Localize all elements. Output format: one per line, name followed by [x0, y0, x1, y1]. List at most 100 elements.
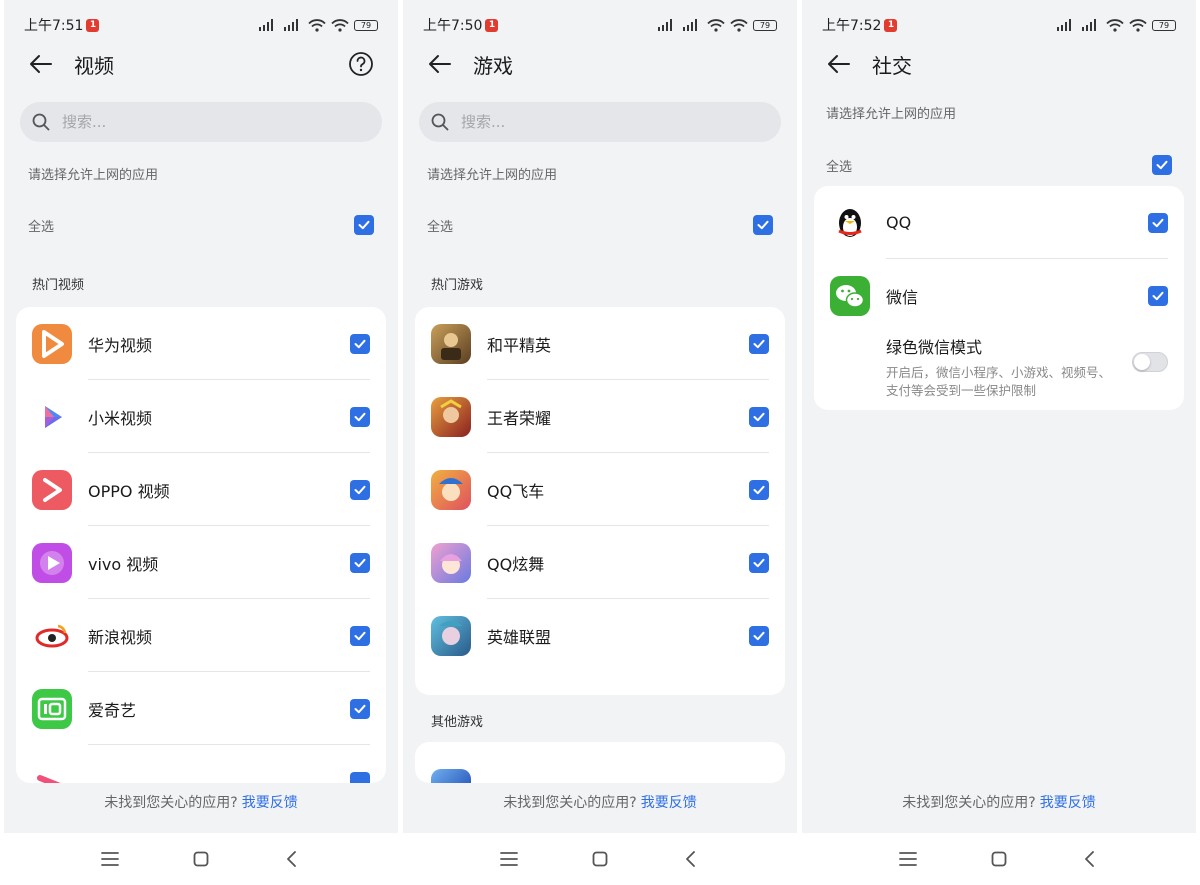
menu-nav-button[interactable]: [888, 839, 928, 879]
search-input[interactable]: [461, 113, 721, 131]
feedback-footer: 未找到您关心的应用? 我要反馈: [802, 792, 1196, 812]
back-button[interactable]: [26, 49, 56, 79]
menu-icon: [100, 852, 119, 866]
status-bar: 上午7:50 1 79: [423, 14, 777, 36]
back-nav-button[interactable]: [671, 839, 711, 879]
app-row[interactable]: QQ: [814, 186, 1184, 259]
feedback-link[interactable]: 我要反馈: [641, 795, 697, 811]
app-row[interactable]: 小米视频: [16, 380, 386, 453]
menu-nav-button[interactable]: [489, 839, 529, 879]
feedback-link[interactable]: 我要反馈: [242, 795, 298, 811]
app-row[interactable]: 英雄联盟: [415, 599, 785, 672]
select-all-label: 全选: [427, 219, 454, 235]
app-checkbox[interactable]: [350, 771, 370, 783]
back-button[interactable]: [824, 49, 854, 79]
phone-screen-social: 上午7:52 1 79 社交 请选择允许上网的应用 全选 QQ 微信 绿色微信模…: [802, 0, 1196, 885]
select-all-label: 全选: [28, 219, 55, 235]
signal-icon-2: [284, 19, 298, 31]
page-title: 视频: [74, 53, 114, 78]
feedback-link[interactable]: 我要反馈: [1040, 795, 1096, 811]
app-list-card: 和平精英 王者荣耀 QQ飞车 QQ炫舞 英雄联盟: [415, 307, 785, 695]
page-title: 游戏: [473, 53, 513, 78]
status-time: 上午7:51: [24, 18, 84, 34]
app-name: QQ炫舞: [487, 554, 545, 574]
back-button[interactable]: [425, 49, 455, 79]
app-checkbox[interactable]: [350, 479, 370, 500]
app-checkbox[interactable]: [749, 333, 769, 354]
app-checkbox[interactable]: [350, 552, 370, 573]
app-row[interactable]: QQ炫舞: [415, 526, 785, 599]
sina-video-icon: [32, 615, 72, 656]
wifi-icon: [1106, 18, 1124, 32]
status-bar: 上午7:51 1 79: [24, 14, 378, 36]
app-row-partial[interactable]: [415, 742, 785, 783]
navigation-bar: [802, 833, 1196, 885]
wechat-icon: [830, 275, 870, 316]
navigation-bar: [403, 833, 797, 885]
app-checkbox[interactable]: [350, 333, 370, 354]
app-checkbox[interactable]: [749, 552, 769, 573]
select-all-label: 全选: [826, 159, 853, 175]
app-checkbox[interactable]: [749, 625, 769, 646]
search-icon: [431, 113, 449, 131]
green-wechat-mode-row[interactable]: 绿色微信模式 开启后，微信小程序、小游戏、视频号、支付等会受到一些保护限制: [814, 332, 1184, 410]
app-checkbox[interactable]: [1148, 285, 1168, 306]
select-all-row[interactable]: 全选: [427, 213, 773, 237]
signal-icon: [259, 19, 273, 31]
app-row[interactable]: 和平精英: [415, 307, 785, 380]
app-checkbox[interactable]: [749, 406, 769, 427]
home-nav-button[interactable]: [181, 839, 221, 879]
xiaomi-video-icon: [32, 396, 72, 437]
home-square-icon: [592, 851, 608, 867]
app-checkbox[interactable]: [1148, 212, 1168, 233]
partial-app-icon: [32, 761, 72, 783]
app-row[interactable]: 新浪视频: [16, 599, 386, 672]
check-icon: [753, 631, 765, 640]
toggle-knob: [1134, 354, 1150, 370]
app-row[interactable]: 华为视频: [16, 307, 386, 380]
search-bar[interactable]: [20, 102, 382, 142]
vivo-video-icon: [32, 542, 72, 583]
section-header: 热门游戏: [431, 278, 484, 293]
battery-icon: 79: [1152, 19, 1176, 31]
app-name: 微信: [886, 287, 919, 307]
qq-dance-icon: [431, 542, 471, 583]
app-name: 小米视频: [88, 408, 153, 428]
app-row[interactable]: 爱奇艺: [16, 672, 386, 745]
signal-icon-2: [683, 19, 697, 31]
section-header: 热门视频: [32, 278, 85, 293]
app-row[interactable]: 微信: [814, 259, 1184, 332]
search-bar[interactable]: [419, 102, 781, 142]
oppo-video-icon: [32, 469, 72, 510]
check-icon: [354, 704, 366, 713]
menu-nav-button[interactable]: [90, 839, 130, 879]
select-all-row[interactable]: 全选: [826, 153, 1172, 177]
home-nav-button[interactable]: [979, 839, 1019, 879]
back-nav-button[interactable]: [1070, 839, 1110, 879]
green-mode-toggle[interactable]: [1132, 352, 1168, 372]
app-checkbox[interactable]: [749, 479, 769, 500]
select-all-checkbox[interactable]: [354, 215, 374, 235]
search-icon: [32, 113, 50, 131]
menu-icon: [898, 852, 917, 866]
app-row[interactable]: QQ飞车: [415, 453, 785, 526]
select-all-checkbox[interactable]: [1152, 155, 1172, 175]
select-all-checkbox[interactable]: [753, 215, 773, 235]
app-row-partial[interactable]: [16, 745, 386, 783]
battery-icon: 79: [354, 19, 378, 31]
app-checkbox[interactable]: [350, 625, 370, 646]
hotspot-icon: [1129, 18, 1147, 32]
search-input[interactable]: [62, 113, 322, 131]
back-nav-button[interactable]: [272, 839, 312, 879]
app-checkbox[interactable]: [350, 698, 370, 719]
check-icon: [753, 412, 765, 421]
league-of-legends-icon: [431, 615, 471, 656]
select-all-row[interactable]: 全选: [28, 213, 374, 237]
app-row[interactable]: OPPO 视频: [16, 453, 386, 526]
app-row[interactable]: vivo 视频: [16, 526, 386, 599]
app-checkbox[interactable]: [350, 406, 370, 427]
app-row[interactable]: 王者荣耀: [415, 380, 785, 453]
arrow-left-icon: [30, 55, 52, 73]
help-button[interactable]: [346, 49, 376, 79]
home-nav-button[interactable]: [580, 839, 620, 879]
